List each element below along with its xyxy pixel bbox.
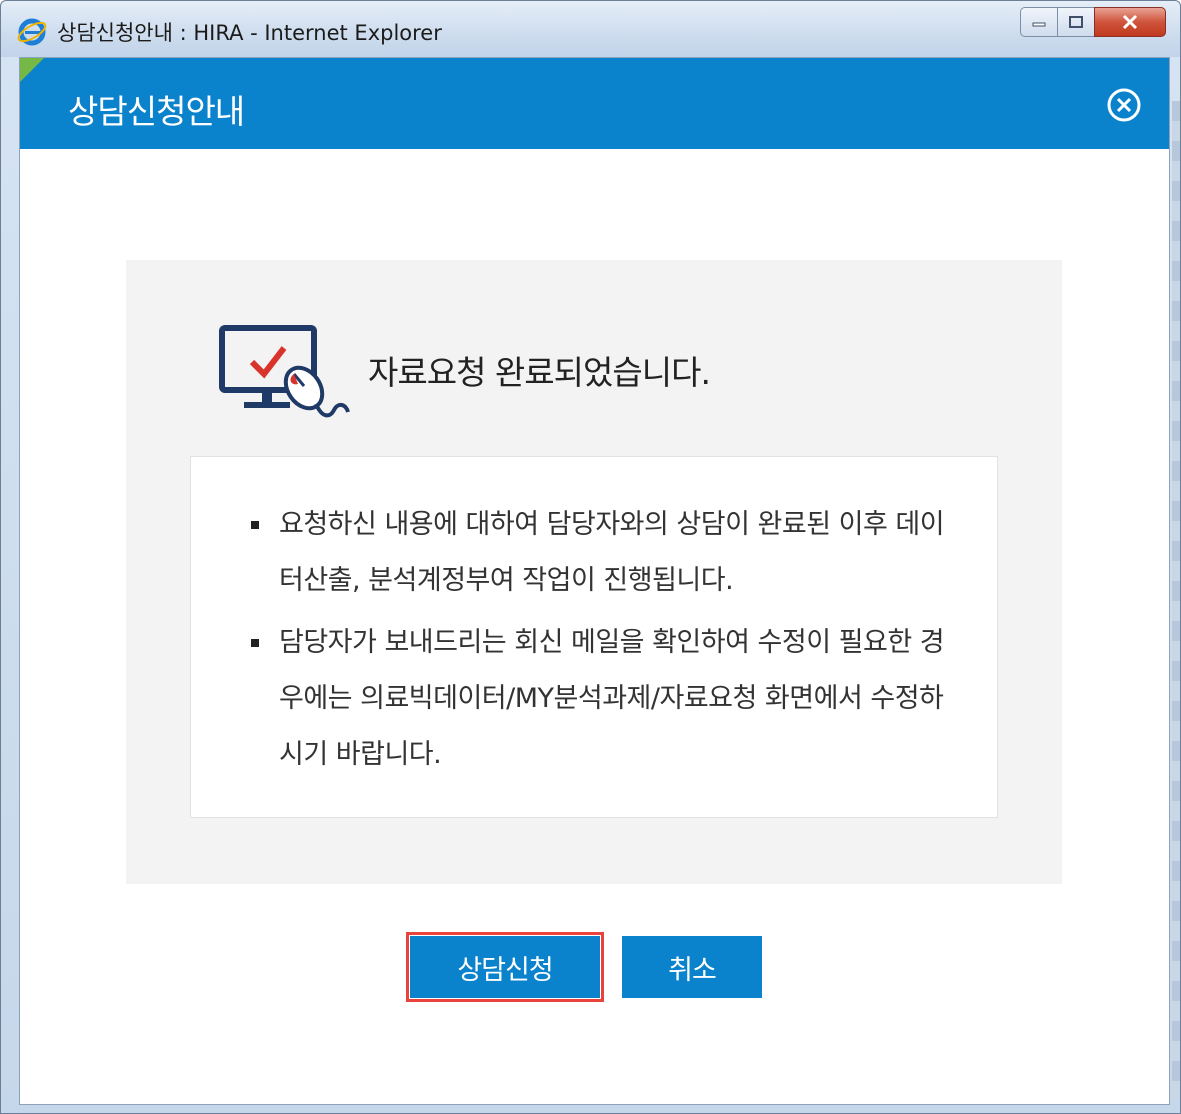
dialog-title: 상담신청안내 [68, 92, 245, 131]
window-right-edge [1172, 101, 1180, 1101]
notice-list: 요청하신 내용에 대하여 담당자와의 상담이 완료된 이후 데이터산출, 분석계… [251, 497, 951, 789]
close-button[interactable] [1094, 7, 1166, 37]
button-row: 상담신청 취소 [406, 932, 762, 1002]
consult-apply-button[interactable]: 상담신청 [406, 932, 604, 1002]
cancel-button[interactable]: 취소 [622, 936, 762, 998]
notice-item: 요청하신 내용에 대하여 담당자와의 상담이 완료된 이후 데이터산출, 분석계… [251, 497, 951, 609]
minimize-button[interactable] [1020, 7, 1058, 37]
window-title: 상담신청안내 : HIRA - Internet Explorer [57, 21, 442, 45]
browser-window: 상담신청안내 : HIRA - Internet Explorer 상담신청안내… [0, 0, 1181, 1114]
ie-icon [17, 18, 47, 46]
notice-box: 요청하신 내용에 대하여 담당자와의 상담이 완료된 이후 데이터산출, 분석계… [190, 456, 998, 818]
minimize-icon [1032, 22, 1046, 27]
maximize-button[interactable] [1057, 7, 1095, 37]
corner-accent [20, 58, 44, 82]
popup-content: 상담신청안내 자료요청 완료되었습니다. 요청하신 내용에 대하여 담당자와의 … [19, 57, 1170, 1105]
dialog-header: 상담신청안내 [20, 58, 1169, 149]
notice-item: 담당자가 보내드리는 회신 메일을 확인하여 수정이 필요한 경우에는 의료빅데… [251, 615, 951, 783]
window-controls [1020, 7, 1166, 39]
completion-message: 자료요청 완료되었습니다. [368, 353, 711, 392]
close-icon [1122, 14, 1138, 30]
circle-x-icon[interactable] [1105, 86, 1143, 124]
info-panel: 자료요청 완료되었습니다. 요청하신 내용에 대하여 담당자와의 상담이 완료된… [126, 260, 1062, 884]
monitor-check-mouse-icon [219, 325, 350, 418]
maximize-icon [1069, 16, 1083, 28]
window-titlebar[interactable]: 상담신청안내 : HIRA - Internet Explorer [1, 1, 1180, 57]
